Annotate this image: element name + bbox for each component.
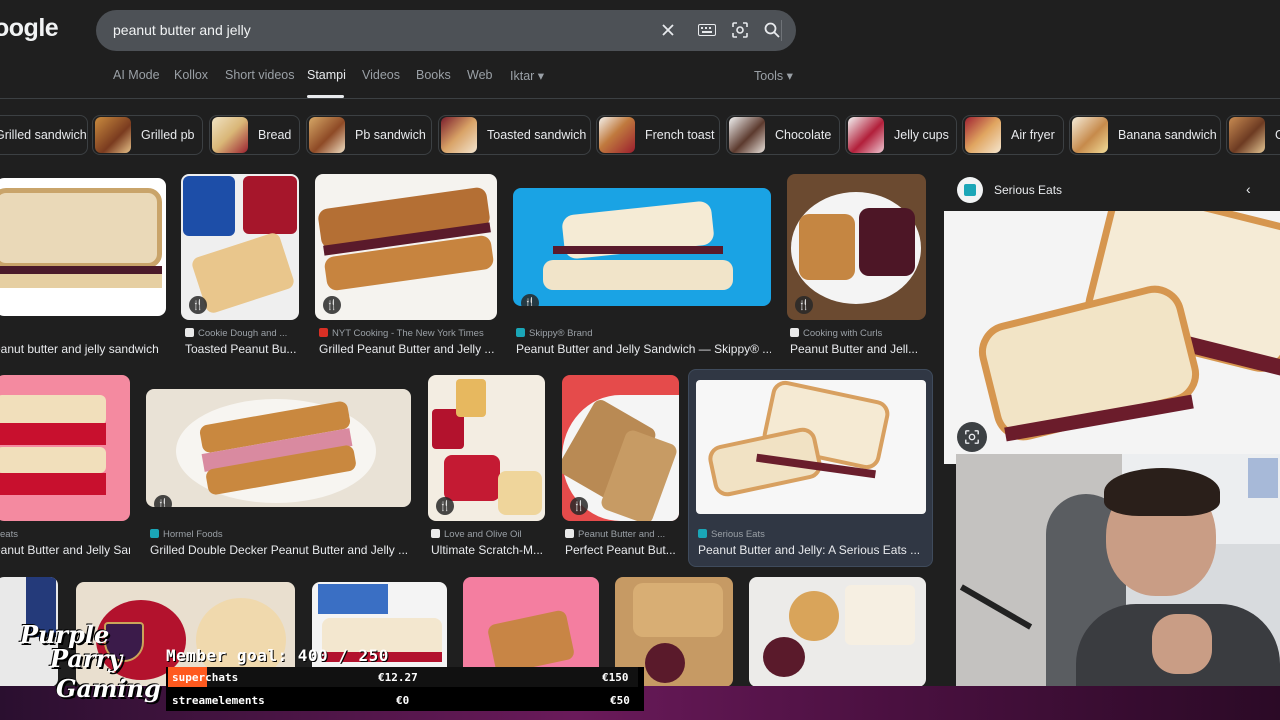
chip-more[interactable]: G [1226, 115, 1280, 155]
channel-brand-logo: Purple Parry Gaming [20, 620, 161, 703]
chip-thumbnail [212, 117, 248, 153]
result-image[interactable] [0, 375, 130, 521]
tab-videos[interactable]: Videos [362, 68, 400, 82]
chip-thumbnail [1229, 117, 1265, 153]
recipe-icon: 🍴 [436, 497, 454, 515]
favicon-icon [185, 328, 194, 337]
result-source[interactable]: Serious Eats [698, 529, 926, 540]
result-image[interactable]: 🍴 [513, 188, 771, 306]
result-title[interactable]: Peanut Butter and Jelly Sandwic... [0, 543, 130, 557]
tab-kollox[interactable]: Kollox [174, 68, 208, 82]
result-source[interactable]: Cookie Dough and ... [185, 328, 300, 339]
header-divider [0, 98, 1280, 99]
recipe-icon: 🍴 [154, 495, 172, 507]
lens-search-button[interactable] [957, 422, 987, 452]
result-image[interactable] [749, 577, 926, 687]
chip-air-fryer[interactable]: Air fryer [962, 115, 1064, 155]
tab-short-videos[interactable]: Short videos [225, 68, 294, 82]
recipe-icon: 🍴 [189, 296, 207, 314]
result-title[interactable]: Perfect Peanut But... [565, 543, 680, 557]
chip-thumbnail [1072, 117, 1108, 153]
chip-grilled-sandwich[interactable]: Grilled sandwich [0, 115, 88, 155]
chip-grilled-pb[interactable]: Grilled pb [92, 115, 203, 155]
result-image[interactable]: 🍴 [428, 375, 545, 521]
result-image[interactable] [0, 178, 166, 316]
favicon-icon [150, 529, 159, 538]
result-title[interactable]: Peanut Butter and Jell... [790, 342, 926, 356]
tab-ai-mode[interactable]: AI Mode [113, 68, 160, 82]
preview-source-name[interactable]: Serious Eats [994, 183, 1062, 197]
tools-button[interactable]: Tools ▾ [754, 68, 793, 83]
chip-banana-sandwich[interactable]: Banana sandwich [1069, 115, 1221, 155]
result-image[interactable]: 🍴 [181, 174, 299, 320]
chip-bread[interactable]: Bread [209, 115, 300, 155]
result-title[interactable]: Peanut Butter and Jelly: A Serious Eats … [698, 543, 926, 557]
result-title[interactable]: Peanut butter and jelly sandwich - Wiki.… [0, 342, 160, 356]
search-icon[interactable] [760, 18, 784, 42]
result-source[interactable]: Cooking with Curls [790, 328, 926, 339]
chip-thumbnail [309, 117, 345, 153]
result-image[interactable]: 🍴 [562, 375, 679, 521]
result-image[interactable]: 🍴 [315, 174, 497, 320]
tab-books[interactable]: Books [416, 68, 451, 82]
chip-chocolate[interactable]: Chocolate [726, 115, 840, 155]
result-title[interactable]: Peanut Butter and Jelly Sandwich — Skipp… [516, 342, 771, 356]
favicon-icon [790, 328, 799, 337]
favicon-icon [698, 529, 707, 538]
chip-toasted-sandwich[interactable]: Toasted sandwich [438, 115, 591, 155]
recipe-icon: 🍴 [570, 497, 588, 515]
favicon-icon [319, 328, 328, 337]
chip-pb-sandwich[interactable]: Pb sandwich [306, 115, 432, 155]
tab-stampi[interactable]: Stampi [307, 68, 346, 82]
streamelements-row: streamelements €0 €50 [172, 694, 630, 707]
superchats-row: superchats €12.27 €150 [172, 671, 629, 684]
member-goal-text: Member goal: 400 / 250 [166, 646, 389, 665]
result-image[interactable] [696, 380, 926, 514]
recipe-icon: 🍴 [795, 296, 813, 314]
clear-icon[interactable] [656, 18, 680, 42]
search-box[interactable]: peanut butter and jelly [96, 10, 796, 51]
chip-jelly-cups[interactable]: Jelly cups [845, 115, 957, 155]
favicon-icon [516, 328, 525, 337]
lens-icon[interactable] [728, 18, 752, 42]
result-source[interactable]: Peanut Butter and ... [565, 529, 680, 540]
tab-web[interactable]: Web [467, 68, 492, 82]
result-source[interactable]: Skippy® Brand [516, 328, 771, 339]
chip-thumbnail [729, 117, 765, 153]
serious-eats-favicon-icon [957, 177, 983, 203]
result-image[interactable]: 🍴 [146, 389, 411, 507]
favicon-icon [565, 529, 574, 538]
result-title[interactable]: Grilled Double Decker Peanut Butter and … [150, 543, 410, 557]
result-title[interactable]: Grilled Peanut Butter and Jelly ... [319, 342, 499, 356]
recipe-icon: 🍴 [323, 296, 341, 314]
google-logo[interactable]: oogle [0, 14, 59, 43]
chip-thumbnail [441, 117, 477, 153]
chip-thumbnail [848, 117, 884, 153]
search-input[interactable]: peanut butter and jelly [113, 22, 251, 38]
result-title[interactable]: Toasted Peanut Bu... [185, 342, 300, 356]
result-source[interactable]: Hormel Foods [150, 529, 410, 540]
chip-thumbnail [965, 117, 1001, 153]
webcam-feed [956, 454, 1280, 690]
recipe-icon: 🍴 [521, 294, 539, 306]
chip-french-toast[interactable]: French toast [596, 115, 720, 155]
result-title[interactable]: Ultimate Scratch-M... [431, 543, 546, 557]
preview-image[interactable] [944, 211, 1280, 464]
favicon-icon [431, 529, 440, 538]
chip-thumbnail [95, 117, 131, 153]
keyboard-icon[interactable] [695, 18, 719, 42]
tab-iktar[interactable]: Iktar ▾ [510, 68, 544, 83]
result-source[interactable]: NYT Cooking - The New York Times [319, 328, 499, 339]
chevron-left-icon[interactable]: ‹ [1246, 181, 1251, 197]
result-source[interactable]: Love and Olive Oil [431, 529, 546, 540]
result-source[interactable]: eats [0, 529, 130, 540]
result-image[interactable]: 🍴 [787, 174, 926, 320]
chip-thumbnail [599, 117, 635, 153]
